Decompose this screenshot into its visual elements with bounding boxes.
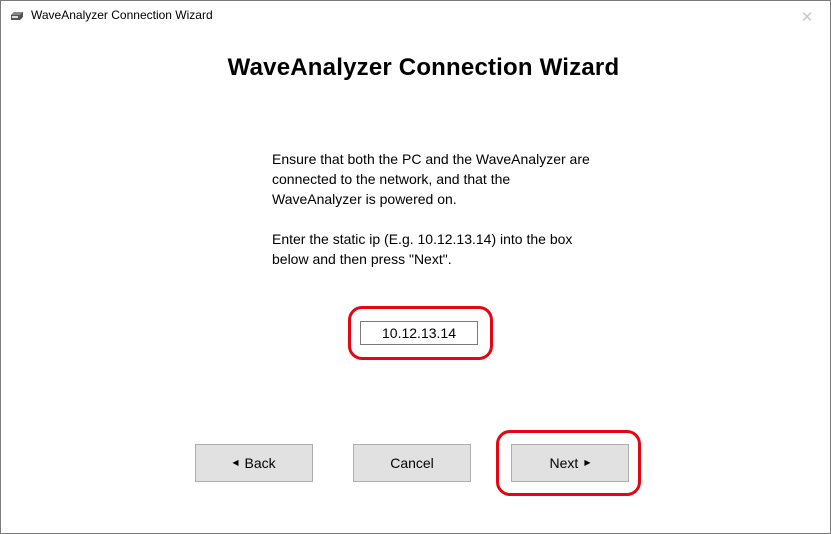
instructions-paragraph-2: Enter the static ip (E.g. 10.12.13.14) i… xyxy=(272,231,573,267)
wizard-window: WaveAnalyzer Connection Wizard ✕ WaveAna… xyxy=(0,0,831,534)
page-title: WaveAnalyzer Connection Wizard xyxy=(227,54,620,81)
title-bar: WaveAnalyzer Connection Wizard ✕ xyxy=(1,1,830,32)
waveanalyzer-device-icon xyxy=(11,12,23,20)
window-title: WaveAnalyzer Connection Wizard xyxy=(31,8,213,22)
back-button[interactable]: ◀ Back xyxy=(195,444,313,482)
next-button-label: Next xyxy=(549,455,579,471)
cancel-button-label: Cancel xyxy=(390,455,434,471)
instructions: Ensure that both the PC and the WaveAnal… xyxy=(272,149,602,289)
arrow-left-icon: ◀ xyxy=(232,458,239,467)
next-button[interactable]: Next ▶ xyxy=(511,444,629,482)
cancel-button[interactable]: Cancel xyxy=(353,444,471,482)
back-button-label: Back xyxy=(244,455,276,471)
close-button[interactable]: ✕ xyxy=(784,1,830,32)
ip-address-input[interactable] xyxy=(360,321,478,345)
arrow-right-icon: ▶ xyxy=(584,458,591,467)
instructions-paragraph-1: Ensure that both the PC and the WaveAnal… xyxy=(272,151,590,207)
close-icon: ✕ xyxy=(800,8,814,26)
